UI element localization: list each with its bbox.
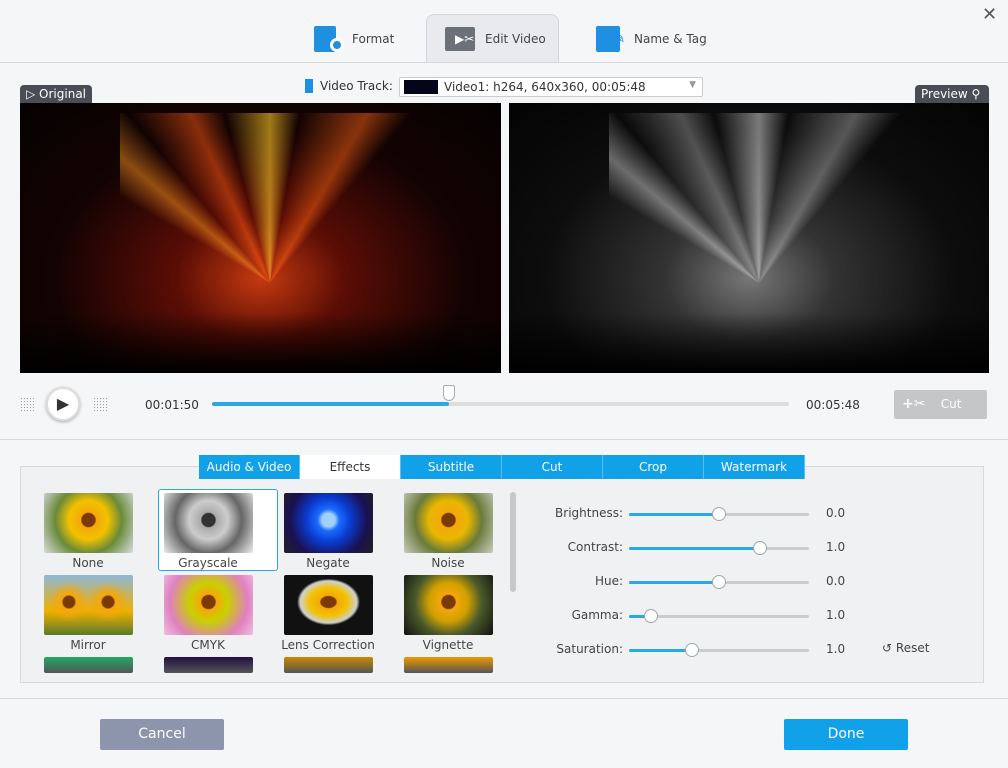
close-button[interactable]: ✕: [982, 4, 997, 25]
preview-video: [509, 103, 989, 373]
effect-thumb-mirror[interactable]: [44, 575, 133, 635]
edit-tab-subtitle[interactable]: Subtitle: [401, 455, 502, 479]
effect-thumb-partial[interactable]: [44, 657, 133, 673]
video-track-icon: [305, 79, 313, 93]
tab-label: Edit Video: [485, 32, 546, 46]
tab-edit-video[interactable]: ▶✂ Edit Video: [426, 14, 559, 63]
effect-thumb-partial[interactable]: [404, 657, 493, 673]
reset-icon: ↺: [882, 641, 893, 655]
adjust-value: 0.0: [826, 574, 846, 588]
effect-label: Negate: [306, 556, 350, 570]
hue-slider[interactable]: [629, 575, 809, 589]
prev-frame-icon[interactable]: [20, 397, 34, 411]
effect-label: Lens Correction: [281, 638, 375, 652]
effect-label: Grayscale: [178, 556, 238, 570]
edit-tab-crop[interactable]: Crop: [603, 455, 704, 479]
video-scissors-icon: ▶✂: [445, 26, 477, 52]
video-track-select[interactable]: Video1: h264, 640x360, 00:05:48 ▼: [399, 77, 703, 97]
effect-thumb-grayscale[interactable]: [164, 493, 253, 553]
slider-handle[interactable]: [685, 643, 699, 657]
adjust-value: 0.0: [826, 506, 846, 520]
current-time: 00:01:50: [145, 398, 199, 412]
preview-label: Preview ⚲: [915, 85, 989, 103]
tab-label: Format: [352, 31, 395, 46]
divider: [0, 62, 1008, 63]
adjust-label: Brightness:: [555, 506, 623, 520]
adjust-value: 1.0: [826, 540, 846, 554]
original-label: ▷ Original: [20, 85, 93, 103]
adjust-label: Contrast:: [567, 540, 623, 554]
search-icon: ⚲: [971, 87, 981, 101]
seek-handle[interactable]: [442, 385, 455, 401]
slider-handle[interactable]: [712, 507, 726, 521]
edit-tab-watermark[interactable]: Watermark: [704, 455, 805, 479]
video-track-label: Video Track:: [320, 79, 393, 93]
total-time: 00:05:48: [806, 398, 860, 412]
divider: [0, 698, 1008, 699]
divider: [0, 439, 1008, 440]
effect-thumb-cmyk[interactable]: [164, 575, 253, 635]
edit-tab-cut[interactable]: Cut: [502, 455, 603, 479]
adjust-label: Saturation:: [556, 642, 623, 656]
gamma-slider[interactable]: [629, 609, 809, 623]
effects-scrollbar[interactable]: [510, 492, 516, 592]
format-settings-icon: [312, 25, 344, 52]
effect-thumb-lens-correction[interactable]: [284, 575, 373, 635]
effect-thumb-noise[interactable]: [404, 493, 493, 553]
video-track-value: Video1: h264, 640x360, 00:05:48: [444, 80, 646, 94]
slider-handle[interactable]: [712, 575, 726, 589]
adjust-value: 1.0: [826, 642, 846, 656]
effect-thumb-vignette[interactable]: [404, 575, 493, 635]
chevron-down-icon: ▼: [689, 80, 696, 90]
play-button[interactable]: ▶: [46, 387, 80, 421]
effect-label: Mirror: [70, 638, 106, 652]
adjust-label: Gamma:: [571, 608, 623, 622]
edit-document-icon: ✎: [594, 25, 626, 52]
contrast-slider[interactable]: [629, 541, 809, 555]
adjust-value: 1.0: [826, 608, 846, 622]
tab-name-tag[interactable]: ✎ Name & Tag: [582, 14, 722, 63]
effect-label: Vignette: [422, 638, 474, 652]
saturation-slider[interactable]: [629, 643, 809, 657]
tab-label: Name & Tag: [634, 31, 707, 46]
reset-button[interactable]: ↺ Reset: [882, 641, 929, 655]
effect-thumb-negate[interactable]: [284, 493, 373, 553]
brightness-slider[interactable]: [629, 507, 809, 521]
cut-button[interactable]: +✂ Cut: [894, 390, 987, 419]
seek-bar[interactable]: [212, 385, 789, 406]
slider-handle[interactable]: [643, 609, 658, 623]
edit-tab-audio-video[interactable]: Audio & Video: [199, 455, 300, 479]
effect-label: CMYK: [191, 638, 225, 652]
done-button[interactable]: Done: [784, 719, 908, 750]
adjust-label: Hue:: [594, 574, 623, 588]
effect-thumb-partial[interactable]: [284, 657, 373, 673]
edit-tab-effects[interactable]: Effects: [300, 455, 401, 479]
effect-thumb-partial[interactable]: [164, 657, 253, 673]
track-thumbnail: [404, 80, 438, 94]
effect-thumb-none[interactable]: [44, 493, 133, 553]
original-video: [20, 103, 501, 373]
cancel-button[interactable]: Cancel: [100, 719, 224, 750]
effect-label: Noise: [431, 556, 465, 570]
edit-tabs: Audio & Video Effects Subtitle Cut Crop Water…: [199, 455, 805, 479]
tab-format[interactable]: Format: [300, 14, 420, 63]
effect-label: None: [72, 556, 104, 570]
next-frame-icon[interactable]: [93, 397, 107, 411]
add-scissors-icon: +✂: [902, 396, 926, 412]
